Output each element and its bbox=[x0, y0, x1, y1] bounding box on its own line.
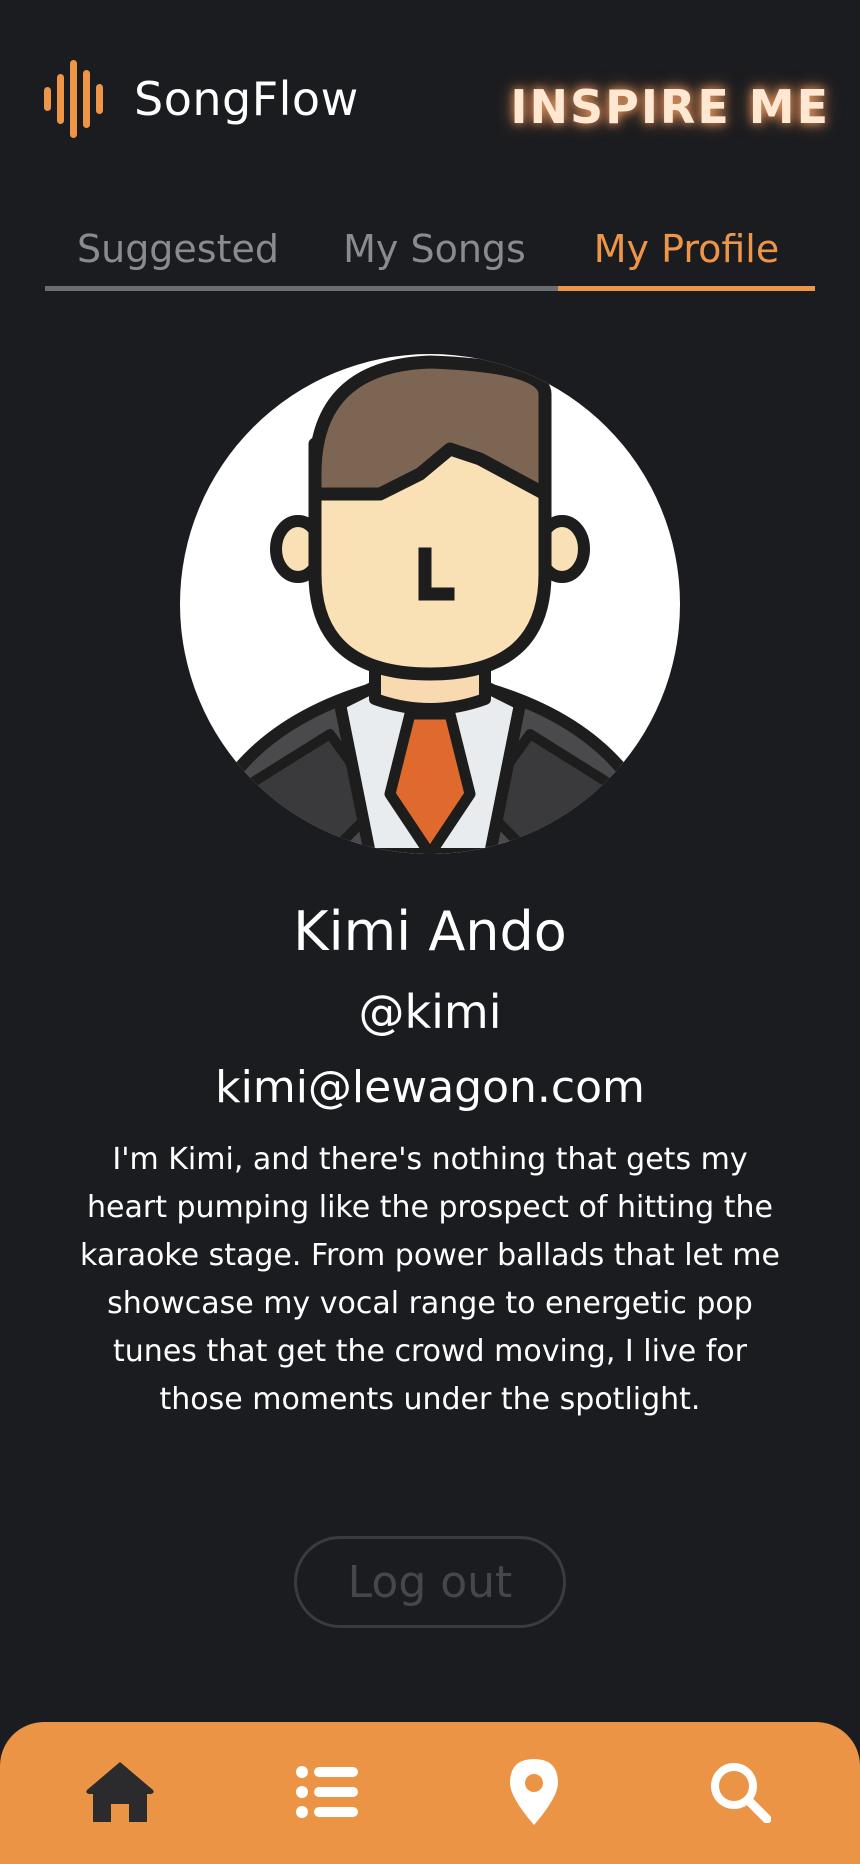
nav-list[interactable] bbox=[287, 1752, 367, 1832]
profile-handle: @kimi bbox=[358, 985, 502, 1039]
bottom-nav bbox=[0, 1722, 860, 1864]
avatar bbox=[180, 354, 680, 854]
profile-bio: I'm Kimi, and there's nothing that gets … bbox=[80, 1142, 780, 1417]
header: SongFlow INSPIRE ME bbox=[44, 58, 830, 140]
profile-email: kimi@lewagon.com bbox=[215, 1062, 645, 1113]
tab-bar: Suggested My Songs My Profile bbox=[45, 210, 815, 292]
tab-active-indicator bbox=[558, 286, 815, 291]
profile-name: Kimi Ando bbox=[293, 900, 567, 963]
profile-page: SongFlow INSPIRE ME Suggested My Songs M… bbox=[0, 0, 860, 1864]
app-name: SongFlow bbox=[134, 72, 359, 126]
sound-wave-icon bbox=[44, 60, 103, 138]
tab-suggested[interactable]: Suggested bbox=[45, 210, 311, 288]
nav-location[interactable] bbox=[494, 1752, 574, 1832]
nav-search[interactable] bbox=[700, 1752, 780, 1832]
search-icon bbox=[711, 1763, 771, 1823]
nav-home[interactable] bbox=[80, 1752, 160, 1832]
location-pin-icon bbox=[510, 1759, 558, 1825]
tab-my-songs[interactable]: My Songs bbox=[311, 210, 558, 288]
logout-button[interactable]: Log out bbox=[294, 1536, 566, 1628]
list-icon bbox=[296, 1766, 358, 1818]
app-logo[interactable]: SongFlow bbox=[44, 58, 359, 140]
inspire-me-button[interactable]: INSPIRE ME bbox=[510, 80, 830, 134]
home-icon bbox=[86, 1762, 154, 1822]
user-avatar-icon bbox=[204, 355, 656, 854]
tab-my-profile[interactable]: My Profile bbox=[558, 210, 815, 288]
